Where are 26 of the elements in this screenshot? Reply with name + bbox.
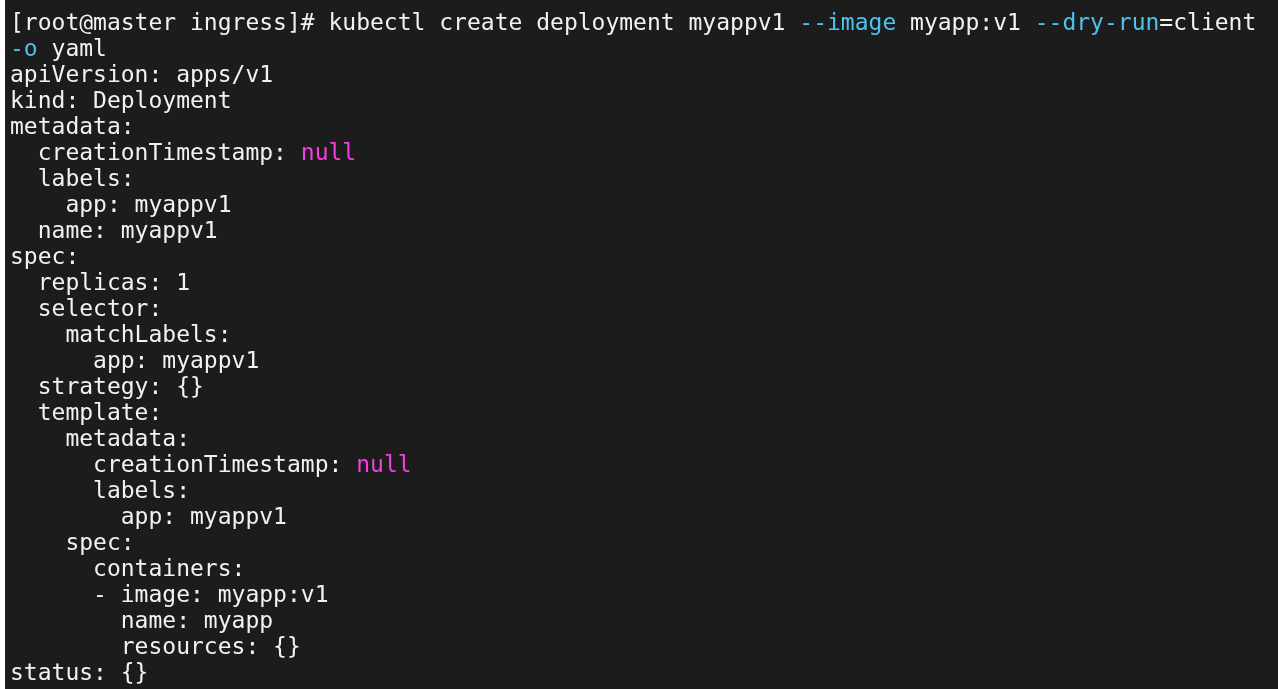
terminal-line: -o yaml [10,35,107,61]
terminal-line: template: [36,399,163,425]
terminal-line: apiVersion: apps/v1 [10,61,274,87]
terminal-line: name: myappv1 [36,217,218,243]
terminal-line: spec: [10,243,80,269]
terminal-line: matchLabels: [64,321,232,347]
terminal-line: kind: Deployment [10,87,232,113]
terminal-line: creationTimestamp: null [92,451,412,477]
terminal-line: labels: [36,165,135,191]
terminal-line: app: myappv1 [119,503,287,529]
terminal-line: metadata: [64,425,190,451]
terminal-line: creationTimestamp: null [36,139,357,165]
terminal-line: name: myapp [119,607,274,633]
terminal-line: strategy: {} [36,373,204,399]
terminal-line: app: myappv1 [92,347,260,373]
terminal-line: resources: {} [119,633,301,659]
terminal-line: labels: [92,477,190,503]
terminal-line: status: {} [10,659,149,685]
terminal-line: containers: [92,555,246,581]
terminal-line: spec: [64,529,135,555]
terminal-line: selector: [36,295,163,321]
terminal-line: metadata: [10,113,135,139]
terminal-line: app: myappv1 [64,191,232,217]
terminal-line: replicas: 1 [36,269,190,295]
terminal-line: [root@master ingress]# kubectl create deployment myappv1 --image myapp:v1 --dry-run=client [10,9,1257,35]
terminal-line: - image: myapp:v1 [92,581,329,607]
